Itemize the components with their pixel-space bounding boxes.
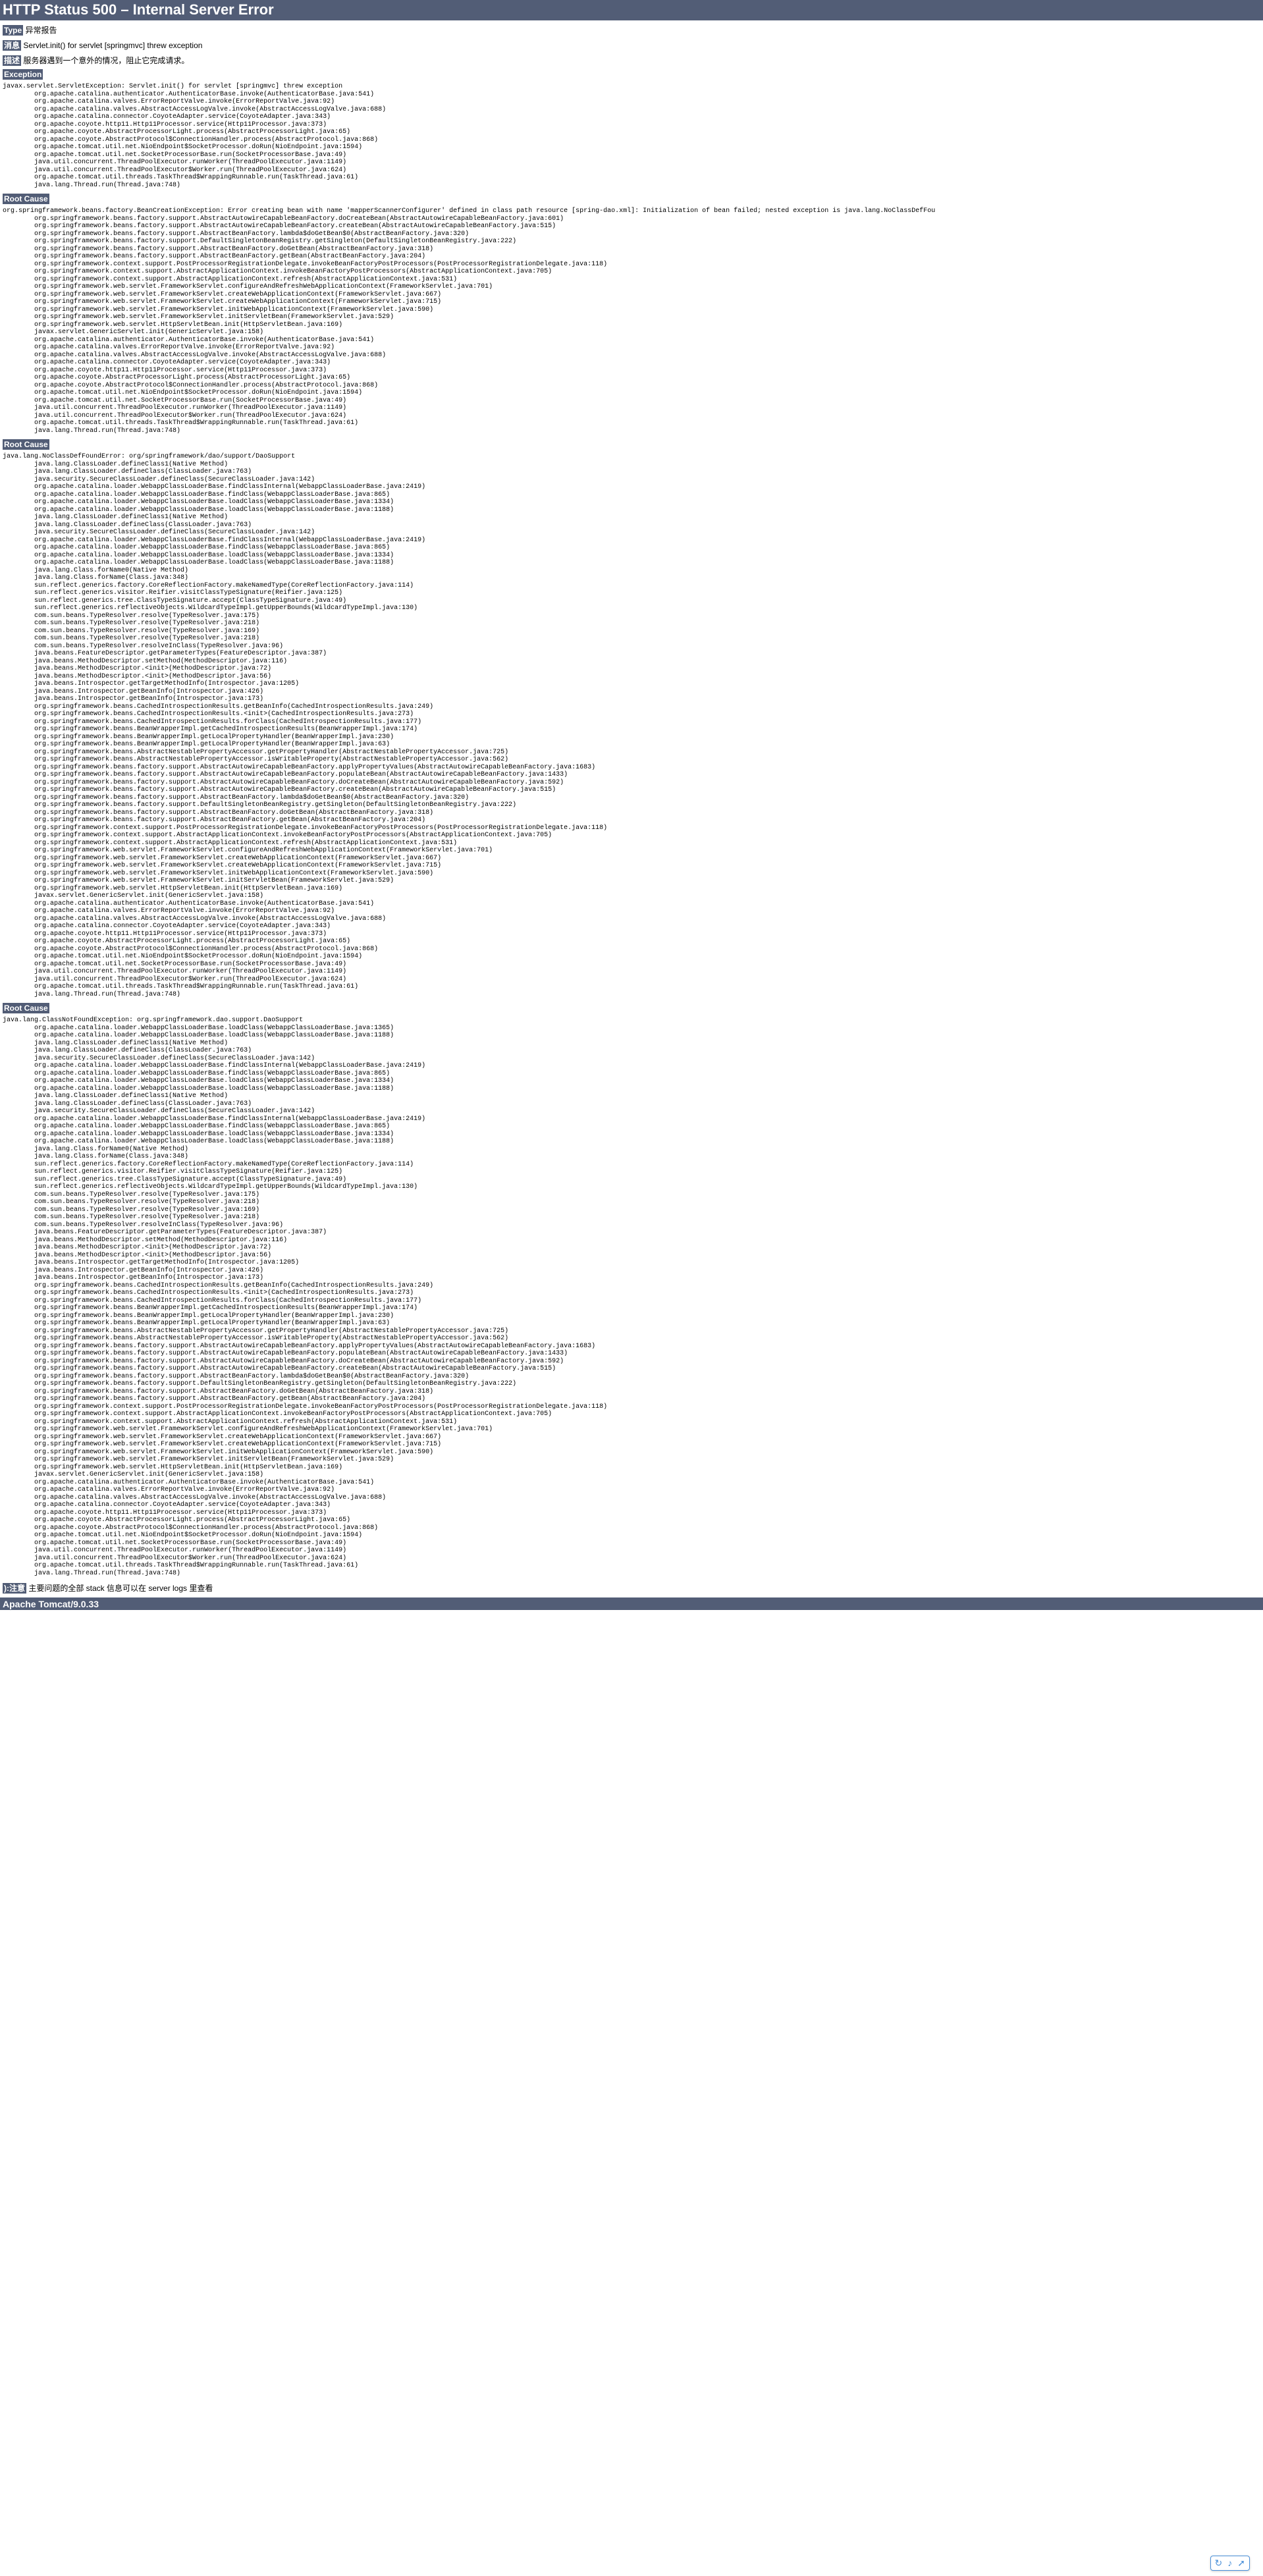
message-text: Servlet.init() for servlet [springmvc] t… [21, 41, 202, 50]
exception-stacktrace: javax.servlet.ServletException: Servlet.… [0, 83, 1263, 189]
rootcause3-header: Root Cause [3, 1004, 1260, 1013]
page-title: HTTP Status 500 – Internal Server Error [0, 0, 1263, 20]
rootcause2-label: Root Cause [3, 439, 49, 450]
note-label: ):注意 [3, 1583, 26, 1594]
rootcause1-label: Root Cause [3, 194, 49, 204]
rootcause3-stacktrace: java.lang.ClassNotFoundException: org.sp… [0, 1017, 1263, 1577]
message-label: 消息 [3, 40, 21, 51]
message-row: 消息 Servlet.init() for servlet [springmvc… [3, 40, 1260, 51]
type-label: Type [3, 25, 23, 36]
exception-label: Exception [3, 69, 43, 80]
exception-header: Exception [3, 70, 1260, 79]
note-text: 主要问题的全部 stack 信息可以在 server logs 里查看 [26, 1584, 213, 1593]
music-icon[interactable]: ♪ [1227, 2558, 1232, 2569]
rootcause2-header: Root Cause [3, 440, 1260, 449]
type-text: 异常报告 [23, 26, 57, 35]
error-page: HTTP Status 500 – Internal Server Error … [0, 0, 1263, 1610]
description-label: 描述 [3, 55, 21, 66]
type-row: Type 异常报告 [3, 24, 1260, 36]
rootcause3-label: Root Cause [3, 1003, 49, 1013]
note-row: ):注意 主要问题的全部 stack 信息可以在 server logs 里查看 [3, 1582, 1260, 1594]
server-footer: Apache Tomcat/9.0.33 [0, 1598, 1263, 1610]
description-text: 服务器遇到一个意外的情况，阻止它完成请求。 [21, 56, 189, 65]
description-row: 描述 服务器遇到一个意外的情况，阻止它完成请求。 [3, 55, 1260, 66]
arrow-icon[interactable]: ➚ [1237, 2558, 1245, 2569]
floating-toolbar: ↻ ♪ ➚ [1210, 2556, 1250, 2571]
rootcause1-header: Root Cause [3, 194, 1260, 203]
rootcause2-stacktrace: java.lang.NoClassDefFoundError: org/spri… [0, 453, 1263, 998]
rootcause1-stacktrace: org.springframework.beans.factory.BeanCr… [0, 207, 1263, 435]
refresh-icon[interactable]: ↻ [1215, 2558, 1223, 2569]
